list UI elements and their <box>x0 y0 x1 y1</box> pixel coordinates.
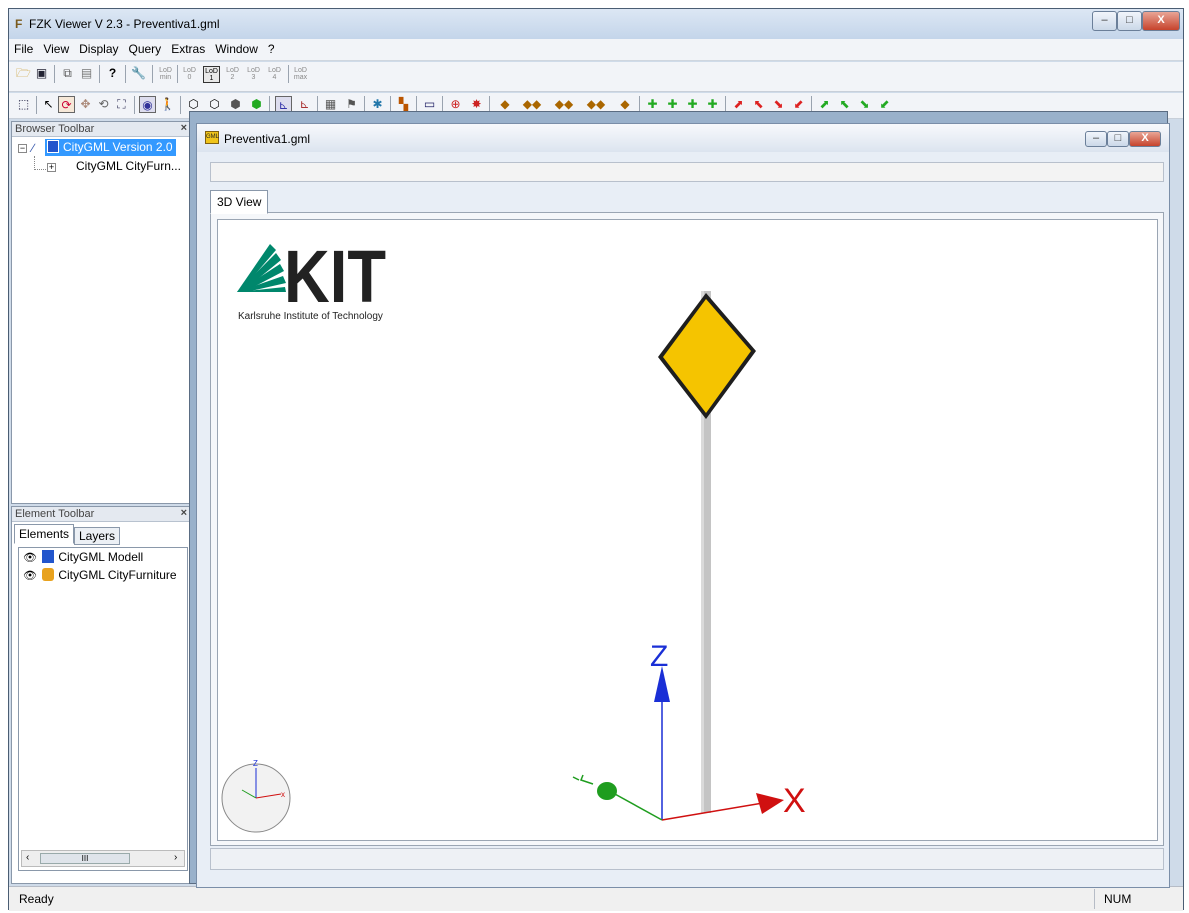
main-toolbar: 🗁 ▣ ⧉ ▤ ? 🔧 LoD min LoD 0 LoD 1 LoD 2 LoD 3 L… <box>9 62 1183 92</box>
priority-road-sign <box>658 293 756 419</box>
walk-icon[interactable]: 🚶 <box>159 96 176 113</box>
save-icon[interactable]: ▣ <box>33 65 50 82</box>
kit-logo-text: KIT <box>284 235 386 318</box>
tab-layers[interactable]: Layers <box>74 527 121 545</box>
menu-bar: File View Display Query Extras Window? <box>9 39 1183 61</box>
num-lock-indicator: NUM <box>1104 892 1132 906</box>
query-bar[interactable] <box>210 162 1164 182</box>
lod-1-button[interactable]: LoD 1 <box>203 66 220 83</box>
minimize-button[interactable]: – <box>1092 11 1117 31</box>
bottom-bar <box>210 848 1164 870</box>
menu-help[interactable]: ? <box>263 39 280 56</box>
tree-item-citygml-version-label: CityGML Version 2.0 <box>63 140 173 154</box>
edit-pencil-icon[interactable]: ∕ <box>32 141 34 155</box>
element-list: 👁 CityGML Modell 👁 CityGML CityFurniture… <box>18 547 188 871</box>
wrench-icon[interactable]: 🔧 <box>130 65 147 82</box>
doc-maximize-button[interactable]: □ <box>1107 131 1129 147</box>
gizmo-x-label: x <box>281 790 285 799</box>
help-icon[interactable]: ? <box>104 65 121 82</box>
element-toolbar-close-icon[interactable]: × <box>181 507 187 519</box>
y-axis-label <box>572 774 594 785</box>
rotate-icon[interactable]: ⟳ <box>58 96 75 113</box>
lod-min-button[interactable]: LoD min <box>157 66 174 83</box>
tree-collapse-icon[interactable]: − <box>18 144 27 153</box>
lod-max-button[interactable]: LoD max <box>292 66 309 83</box>
citygml-model-icon <box>42 550 55 563</box>
camera-icon[interactable]: ◉ <box>139 96 156 113</box>
menu-query[interactable]: Query <box>124 39 167 56</box>
citygml-model-icon <box>47 140 59 153</box>
open-folder-icon[interactable]: 🗁 <box>15 65 32 82</box>
doc-minimize-button[interactable]: – <box>1085 131 1107 147</box>
kit-logo-subtitle: Karlsruhe Institute of Technology <box>238 311 383 322</box>
x-axis-arrow <box>756 793 784 814</box>
eye-icon[interactable]: 👁 <box>23 570 37 582</box>
y-axis-arrow <box>597 782 617 800</box>
gizmo-z-label: Z <box>253 759 258 768</box>
eye-icon[interactable]: 👁 <box>23 552 37 564</box>
scene-svg: KIT Karlsruhe Institute of Technology Z … <box>221 235 806 833</box>
element-toolbar-panel: Element Toolbar × Elements Layers 👁 City… <box>11 506 194 884</box>
document-title-bar: GML Preventiva1.gml – □ X <box>197 124 1169 152</box>
status-bar: Ready NUM <box>9 886 1183 911</box>
browser-toolbar-panel: Browser Toolbar × − ∕ CityGML Version 2.… <box>11 121 194 504</box>
scroll-right-icon[interactable]: › <box>174 852 177 863</box>
paste-icon[interactable]: ▤ <box>78 65 95 82</box>
menu-window[interactable]: Window <box>210 39 263 56</box>
lod-0-button[interactable]: LoD 0 <box>181 66 198 83</box>
zoom-window-icon[interactable]: ⛶ <box>113 96 130 113</box>
menu-file[interactable]: File <box>9 39 38 56</box>
element-toolbar-title: Element Toolbar <box>15 508 95 520</box>
pan-icon[interactable]: ✥ <box>77 96 94 113</box>
menu-display[interactable]: Display <box>74 39 123 56</box>
browser-toolbar-close-icon[interactable]: × <box>181 122 187 134</box>
tree-item-cityfurniture[interactable]: CityGML CityFurn... <box>76 159 181 173</box>
tab-3d-view[interactable]: 3D View <box>210 190 269 214</box>
document-title: Preventiva1.gml <box>224 132 311 146</box>
window-title: FZK Viewer V 2.3 - Preventiva1.gml <box>29 17 220 31</box>
gml-file-icon: GML <box>205 131 219 144</box>
3d-viewport[interactable]: KIT Karlsruhe Institute of Technology Z … <box>217 219 1158 841</box>
doc-close-button[interactable]: X <box>1129 131 1161 147</box>
x-axis-line <box>661 802 764 821</box>
zoom-fit-icon[interactable]: ⬚ <box>15 96 32 113</box>
select-pointer-icon[interactable]: ↖ <box>40 96 57 113</box>
orbit-icon[interactable]: ⟲ <box>95 96 112 113</box>
kit-logo: KIT Karlsruhe Institute of Technology <box>237 235 386 322</box>
copy-icon[interactable]: ⧉ <box>59 65 76 82</box>
menu-extras[interactable]: Extras <box>166 39 210 56</box>
lod-3-button[interactable]: LoD 3 <box>245 66 262 83</box>
status-text: Ready <box>19 892 54 906</box>
lod-4-button[interactable]: LoD 4 <box>266 66 283 83</box>
lod-2-button[interactable]: LoD 2 <box>224 66 241 83</box>
close-button[interactable]: X <box>1142 11 1180 31</box>
list-item[interactable]: 👁 CityGML CityFurniture <box>23 568 177 582</box>
list-item[interactable]: 👁 CityGML Modell <box>23 550 143 564</box>
tree-item-citygml-version[interactable]: CityGML Version 2.0 <box>45 139 176 156</box>
orientation-gizmo[interactable]: Z x <box>221 759 291 833</box>
app-icon: F <box>15 17 23 31</box>
x-axis-label: X <box>783 782 806 820</box>
z-axis-label: Z <box>650 640 668 673</box>
list-item-label: CityGML CityFurniture <box>58 568 177 582</box>
tree-expand-icon[interactable]: + <box>47 163 56 172</box>
browser-toolbar-title: Browser Toolbar <box>15 123 95 135</box>
scroll-thumb[interactable]: III <box>40 853 130 864</box>
title-bar: F FZK Viewer V 2.3 - Preventiva1.gml – □… <box>9 9 1183 39</box>
scroll-left-icon[interactable]: ‹ <box>26 852 29 863</box>
menu-view[interactable]: View <box>38 39 74 56</box>
tab-elements[interactable]: Elements <box>14 524 75 544</box>
maximize-button[interactable]: □ <box>1117 11 1142 31</box>
list-item-label: CityGML Modell <box>58 550 144 564</box>
browser-toolbar-header: Browser Toolbar × <box>12 122 193 137</box>
horizontal-scrollbar[interactable]: ‹ III › <box>21 850 185 867</box>
city-furniture-icon <box>42 568 55 581</box>
element-toolbar-header: Element Toolbar × <box>12 507 193 522</box>
